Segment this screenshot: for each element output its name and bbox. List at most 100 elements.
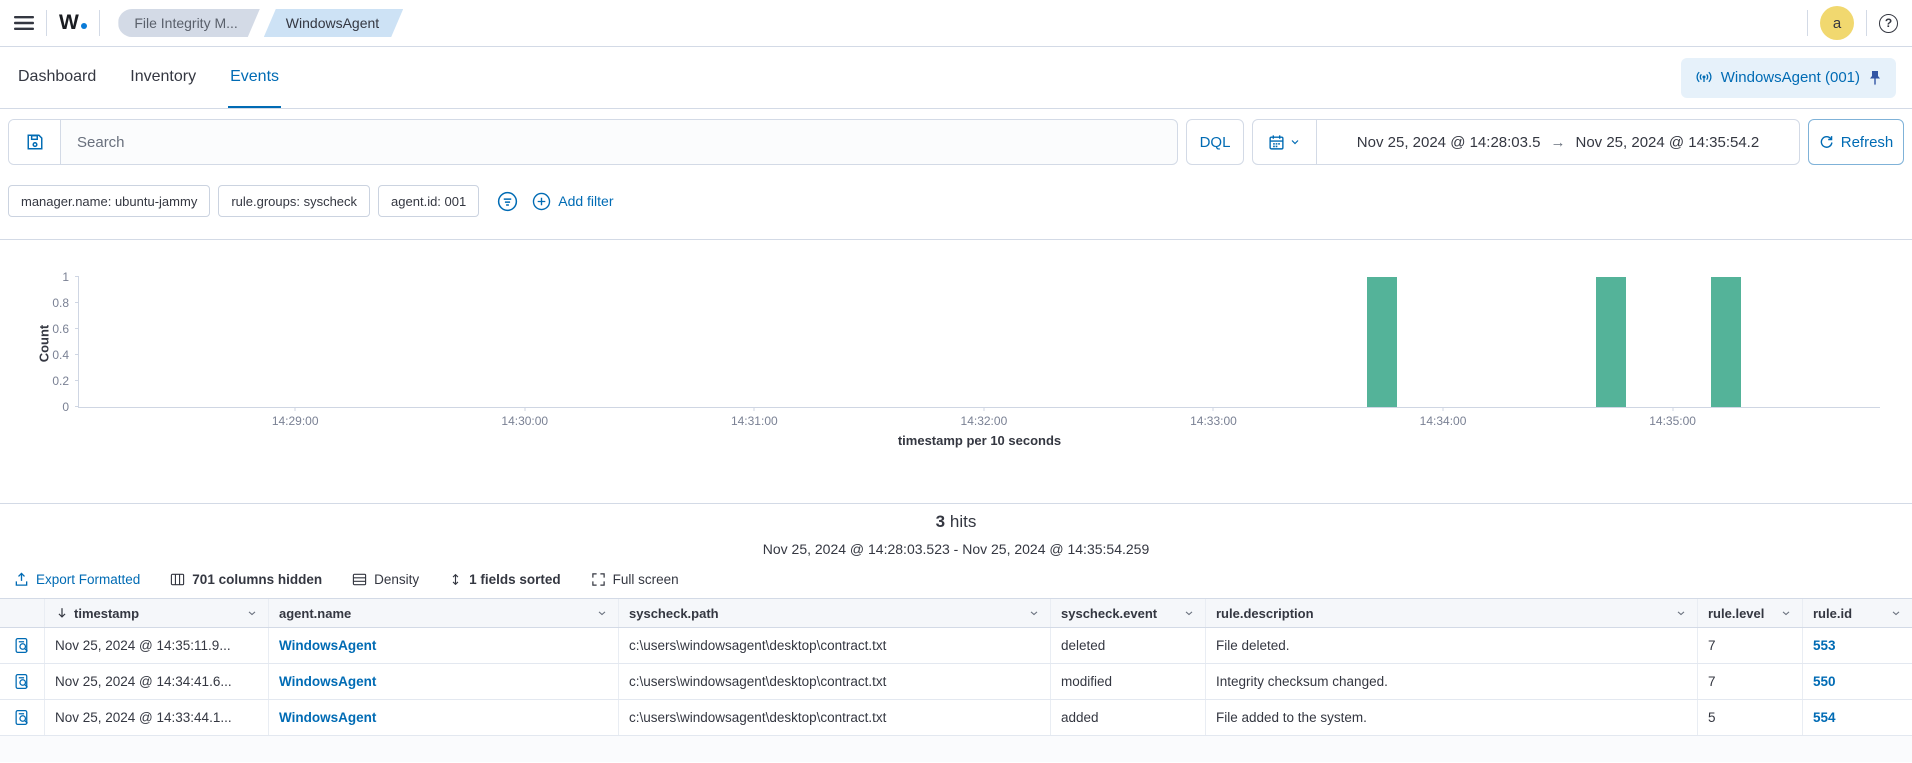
filter-options-icon[interactable] [497, 191, 518, 212]
fields-sorted-button[interactable]: 1 fields sorted [449, 572, 561, 587]
full-screen-button[interactable]: Full screen [591, 572, 679, 587]
cell-rule_id[interactable]: 553 [1803, 628, 1912, 663]
cell-agent_name[interactable]: WindowsAgent [269, 700, 619, 735]
cell-rule_level: 7 [1698, 664, 1803, 699]
chevron-down-icon[interactable] [1890, 607, 1902, 619]
tab-inventory[interactable]: Inventory [128, 47, 198, 108]
filter-row: manager.name: ubuntu-jammy rule.groups: … [8, 185, 1904, 217]
x-tick-mark [754, 407, 755, 411]
y-tick-label: 1 [62, 270, 69, 284]
hits-label: hits [950, 512, 976, 531]
export-icon [14, 572, 29, 587]
refresh-button[interactable]: Refresh [1808, 119, 1904, 165]
y-tick-mark [75, 302, 79, 303]
chevron-down-icon[interactable] [1183, 607, 1195, 619]
arrow-right-icon: → [1551, 134, 1566, 151]
cell-syscheck_event: deleted [1051, 628, 1206, 663]
divider [1866, 10, 1867, 36]
table-row: Nov 25, 2024 @ 14:33:44.1...WindowsAgent… [0, 700, 1912, 736]
save-query-icon[interactable] [9, 120, 61, 164]
tab-events[interactable]: Events [228, 47, 281, 108]
cell-syscheck_path: c:\users\windowsagent\desktop\contract.t… [619, 628, 1051, 663]
chevron-down-icon[interactable] [246, 607, 258, 619]
export-formatted-label: Export Formatted [36, 572, 140, 587]
inspect-document-icon[interactable] [0, 628, 45, 663]
filter-actions: Add filter [497, 191, 613, 212]
filter-pill-agent-id[interactable]: agent.id: 001 [378, 185, 479, 217]
chevron-down-icon[interactable] [1780, 607, 1792, 619]
cell-timestamp: Nov 25, 2024 @ 14:33:44.1... [45, 700, 269, 735]
date-from[interactable]: Nov 25, 2024 @ 14:28:03.5 [1357, 134, 1541, 151]
datagrid-toolbar: Export Formatted 701 columns hidden Dens… [0, 567, 1912, 591]
cell-rule_id[interactable]: 554 [1803, 700, 1912, 735]
chevron-down-icon[interactable] [596, 607, 608, 619]
x-tick-mark [295, 407, 296, 411]
column-header-rule_description[interactable]: rule.description [1206, 599, 1698, 627]
y-axis-title: Count [37, 314, 52, 374]
breadcrumb-module[interactable]: File Integrity M... [118, 9, 259, 37]
x-tick-label: 14:35:00 [1649, 414, 1696, 428]
full-screen-label: Full screen [613, 572, 679, 587]
inspect-document-icon[interactable] [0, 664, 45, 699]
column-header-syscheck_path[interactable]: syscheck.path [619, 599, 1051, 627]
y-tick-label: 0 [62, 400, 69, 414]
column-header-timestamp[interactable]: timestamp [45, 599, 269, 627]
x-tick-mark [1672, 407, 1673, 411]
cell-syscheck_event: added [1051, 700, 1206, 735]
events-table: timestamp agent.name syscheck.path sysch… [0, 598, 1912, 736]
y-tick-label: 0.2 [52, 374, 69, 388]
column-header-label: timestamp [74, 606, 139, 621]
histogram-bar[interactable] [1711, 277, 1741, 407]
column-header-controls [0, 599, 45, 627]
date-range: Nov 25, 2024 @ 14:28:03.5 → Nov 25, 2024… [1317, 120, 1799, 164]
y-tick-mark [75, 328, 79, 329]
search-row: DQL Nov 25, 2024 @ 14:28:03.5 → Nov 25, … [8, 119, 1904, 165]
add-filter-label: Add filter [558, 193, 613, 209]
search-input[interactable] [61, 120, 1177, 164]
add-filter-button[interactable]: Add filter [532, 192, 613, 211]
column-header-agent_name[interactable]: agent.name [269, 599, 619, 627]
cell-syscheck_event: modified [1051, 664, 1206, 699]
refresh-icon [1819, 135, 1834, 150]
chevron-down-icon[interactable] [1675, 607, 1687, 619]
x-tick-mark [983, 407, 984, 411]
histogram-bar[interactable] [1367, 277, 1397, 407]
query-language-button[interactable]: DQL [1186, 119, 1244, 165]
columns-hidden-button[interactable]: 701 columns hidden [170, 572, 322, 587]
wazuh-logo[interactable]: W [59, 11, 87, 35]
calendar-dropdown-button[interactable] [1253, 120, 1317, 164]
breadcrumb-agent[interactable]: WindowsAgent [264, 9, 403, 37]
hits-section: 3 hits Nov 25, 2024 @ 14:28:03.523 - Nov… [0, 504, 1912, 557]
x-tick-label: 14:34:00 [1420, 414, 1467, 428]
x-tick-label: 14:30:00 [501, 414, 548, 428]
agent-selector-button[interactable]: WindowsAgent (001) [1681, 58, 1896, 98]
x-tick-label: 14:32:00 [961, 414, 1008, 428]
export-formatted-button[interactable]: Export Formatted [14, 572, 140, 587]
histogram-bar[interactable] [1596, 277, 1626, 407]
tabs-row: Dashboard Inventory Events WindowsAgent … [0, 47, 1912, 109]
filter-pill-rule-groups[interactable]: rule.groups: syscheck [218, 185, 370, 217]
x-tick-mark [1443, 407, 1444, 411]
columns-icon [170, 572, 185, 587]
inspect-document-icon[interactable] [0, 700, 45, 735]
help-icon[interactable]: ? [1879, 14, 1898, 33]
column-header-rule_id[interactable]: rule.id [1803, 599, 1912, 627]
avatar[interactable]: a [1820, 6, 1854, 40]
chart-plot[interactable]: timestamp per 10 seconds 00.20.40.60.811… [78, 277, 1880, 408]
cell-agent_name[interactable]: WindowsAgent [269, 664, 619, 699]
x-tick-mark [1213, 407, 1214, 411]
cell-rule_id[interactable]: 550 [1803, 664, 1912, 699]
date-to[interactable]: Nov 25, 2024 @ 14:35:54.2 [1576, 134, 1760, 151]
table-row: Nov 25, 2024 @ 14:34:41.6...WindowsAgent… [0, 664, 1912, 700]
hamburger-menu-icon[interactable] [14, 15, 34, 31]
chevron-down-icon[interactable] [1028, 607, 1040, 619]
tab-dashboard[interactable]: Dashboard [16, 47, 98, 108]
filter-pill-manager-name[interactable]: manager.name: ubuntu-jammy [8, 185, 210, 217]
column-header-rule_level[interactable]: rule.level [1698, 599, 1803, 627]
cell-agent_name[interactable]: WindowsAgent [269, 628, 619, 663]
bottom-fill [0, 736, 1912, 762]
column-header-label: agent.name [279, 606, 351, 621]
column-header-syscheck_event[interactable]: syscheck.event [1051, 599, 1206, 627]
density-button[interactable]: Density [352, 572, 419, 587]
logo-dot-icon [81, 23, 87, 29]
